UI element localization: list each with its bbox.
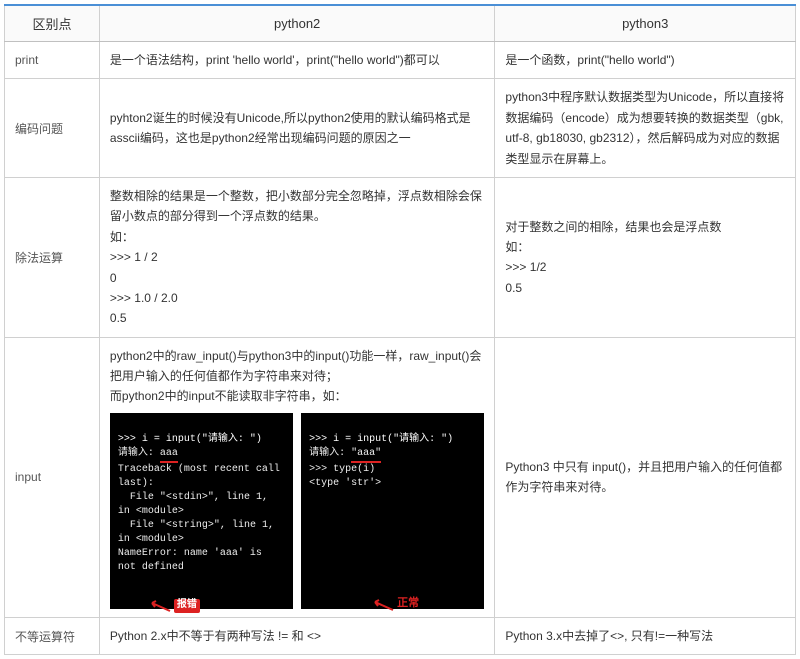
- row-diff: 不等运算符: [5, 617, 100, 654]
- arrow-ok-icon: 正常: [369, 597, 419, 612]
- header-py3: python3: [495, 5, 796, 42]
- row-py3: 是一个函数，print("hello world"): [495, 42, 796, 79]
- ok-label: 正常: [397, 597, 419, 612]
- row-py2: Python 2.x中不等于有两种写法 != 和 <>: [99, 617, 495, 654]
- row-diff: print: [5, 42, 100, 79]
- row-py3: python3中程序默认数据类型为Unicode，所以直接将数据编码（encod…: [495, 79, 796, 178]
- terminal-error: >>> i = input("请输入: ") 请输入: aaa Tracebac…: [110, 413, 293, 609]
- row-py2: python2中的raw_input()与python3中的input()功能一…: [99, 337, 495, 617]
- header-diff: 区别点: [5, 5, 100, 42]
- table-header-row: 区别点 python2 python3: [5, 5, 796, 42]
- highlight-aaa: aaa: [160, 447, 178, 463]
- header-py2: python2: [99, 5, 495, 42]
- terminal-group: >>> i = input("请输入: ") 请输入: aaa Tracebac…: [110, 413, 485, 609]
- row-py2: 整数相除的结果是一个整数，把小数部分完全忽略掉，浮点数相除会保留小数点的部分得到…: [99, 177, 495, 337]
- row-py2: 是一个语法结构，print 'hello world'，print("hello…: [99, 42, 495, 79]
- table-row: 编码问题 pyhton2诞生的时候没有Unicode,所以python2使用的默…: [5, 79, 796, 178]
- table-row: 除法运算 整数相除的结果是一个整数，把小数部分完全忽略掉，浮点数相除会保留小数点…: [5, 177, 796, 337]
- arrow-error-icon: 报错: [146, 599, 200, 613]
- row-py2: pyhton2诞生的时候没有Unicode,所以python2使用的默认编码格式…: [99, 79, 495, 178]
- row-diff: input: [5, 337, 100, 617]
- error-label: 报错: [174, 599, 200, 613]
- table-row: 不等运算符 Python 2.x中不等于有两种写法 != 和 <> Python…: [5, 617, 796, 654]
- row-py3: Python 3.x中去掉了<>, 只有!=一种写法: [495, 617, 796, 654]
- comparison-table: 区别点 python2 python3 print 是一个语法结构，print …: [4, 4, 796, 655]
- row-py3: Python3 中只有 input()，并且把用户输入的任何值都作为字符串来对待…: [495, 337, 796, 617]
- highlight-aaa-quoted: "aaa": [351, 447, 381, 463]
- row-diff: 除法运算: [5, 177, 100, 337]
- input-intro: python2中的raw_input()与python3中的input()功能一…: [110, 346, 485, 407]
- table-row: print 是一个语法结构，print 'hello world'，print(…: [5, 42, 796, 79]
- terminal-ok: >>> i = input("请输入: ") 请输入: "aaa" >>> ty…: [301, 413, 484, 609]
- row-diff: 编码问题: [5, 79, 100, 178]
- table-row: input python2中的raw_input()与python3中的inpu…: [5, 337, 796, 617]
- row-py3: 对于整数之间的相除，结果也会是浮点数 如： >>> 1/2 0.5: [495, 177, 796, 337]
